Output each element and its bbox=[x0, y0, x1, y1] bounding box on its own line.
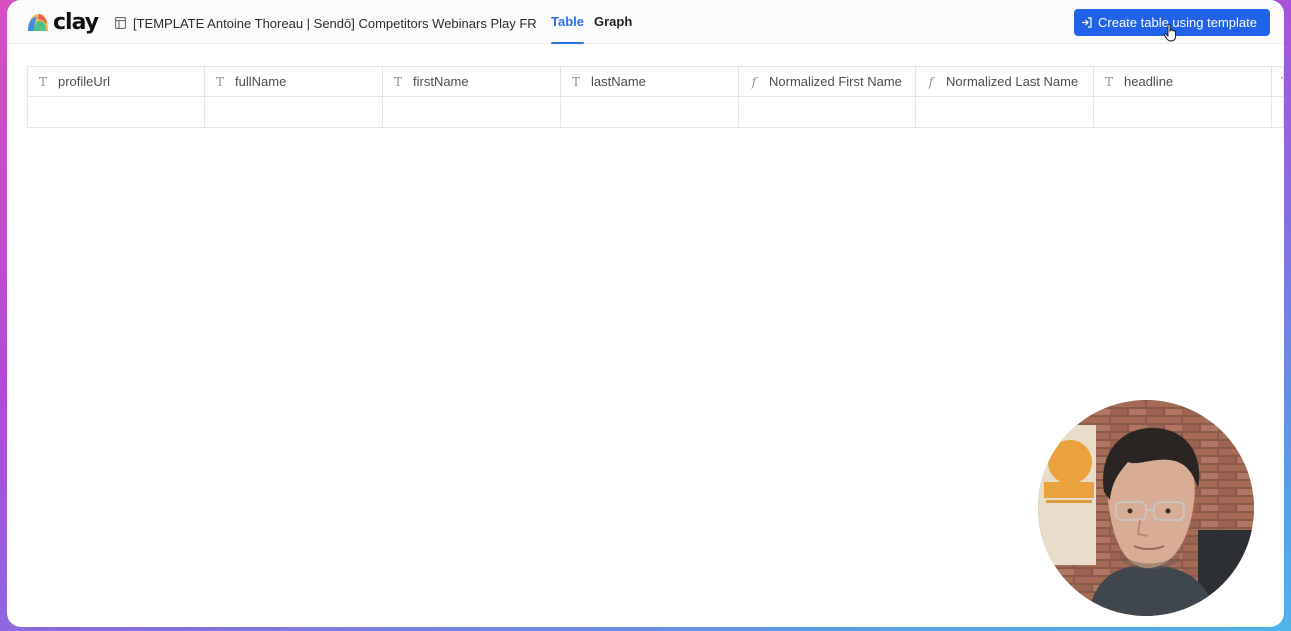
create-table-label: Create table using template bbox=[1098, 15, 1257, 30]
mouse-pointer-icon bbox=[1164, 24, 1176, 42]
webcam-overlay bbox=[1038, 400, 1254, 616]
document-breadcrumb[interactable]: [TEMPLATE Antoine Thoreau | Sendō] Compe… bbox=[115, 14, 537, 32]
table-cell[interactable] bbox=[916, 97, 1094, 128]
column-header-firstname[interactable]: T firstName bbox=[383, 66, 561, 97]
text-type-icon: T bbox=[1104, 74, 1113, 89]
column-name: profileUrl bbox=[58, 74, 111, 89]
column-header-headline[interactable]: T headline bbox=[1094, 66, 1272, 97]
table-cell[interactable] bbox=[205, 97, 383, 128]
text-type-icon: T bbox=[38, 74, 47, 89]
column-header-normalized-first-name[interactable]: f Normalized First Name bbox=[739, 66, 916, 97]
clay-logo[interactable]: clay bbox=[26, 9, 99, 35]
tab-table[interactable]: Table bbox=[551, 14, 584, 44]
tab-graph[interactable]: Graph bbox=[594, 14, 632, 44]
column-name: Normalized First Name bbox=[769, 74, 902, 89]
brand-name: clay bbox=[53, 9, 99, 35]
column-header-profileurl[interactable]: T profileUrl bbox=[27, 66, 205, 97]
text-type-icon: T bbox=[215, 74, 224, 89]
text-type-icon: T bbox=[393, 74, 402, 89]
formula-type-icon: f bbox=[928, 74, 934, 89]
table-cell[interactable] bbox=[383, 97, 561, 128]
table-cell[interactable] bbox=[739, 97, 916, 128]
column-header-normalized-last-name[interactable]: f Normalized Last Name bbox=[916, 66, 1094, 97]
clay-logo-icon bbox=[28, 14, 48, 31]
column-header-partial[interactable]: T bbox=[1272, 66, 1284, 97]
document-title: [TEMPLATE Antoine Thoreau | Sendō] Compe… bbox=[133, 15, 537, 31]
column-name: firstName bbox=[413, 74, 469, 89]
text-type-icon: T bbox=[571, 74, 580, 89]
table-row bbox=[27, 97, 1284, 128]
enter-icon bbox=[1082, 17, 1092, 28]
column-name: fullName bbox=[235, 74, 287, 89]
text-type-icon: T bbox=[1281, 75, 1283, 89]
table-cell[interactable] bbox=[1094, 97, 1272, 128]
column-header-fullname[interactable]: T fullName bbox=[205, 66, 383, 97]
column-name: headline bbox=[1124, 74, 1174, 89]
table-cell[interactable] bbox=[27, 97, 205, 128]
table-cell[interactable] bbox=[1272, 97, 1284, 128]
column-name: Normalized Last Name bbox=[946, 74, 1079, 89]
presenter-video-image bbox=[1038, 400, 1254, 616]
column-name: lastName bbox=[591, 74, 646, 89]
table-doc-icon bbox=[115, 17, 126, 29]
column-header-lastname[interactable]: T lastName bbox=[561, 66, 739, 97]
table-header-row: T profileUrl T fullName T firstName T la… bbox=[27, 66, 1284, 97]
top-bar: clay [TEMPLATE Antoine Thoreau | Sendō] … bbox=[7, 0, 1284, 44]
table-cell[interactable] bbox=[561, 97, 739, 128]
formula-type-icon: f bbox=[751, 74, 757, 89]
data-table: T profileUrl T fullName T firstName T la… bbox=[27, 66, 1284, 128]
